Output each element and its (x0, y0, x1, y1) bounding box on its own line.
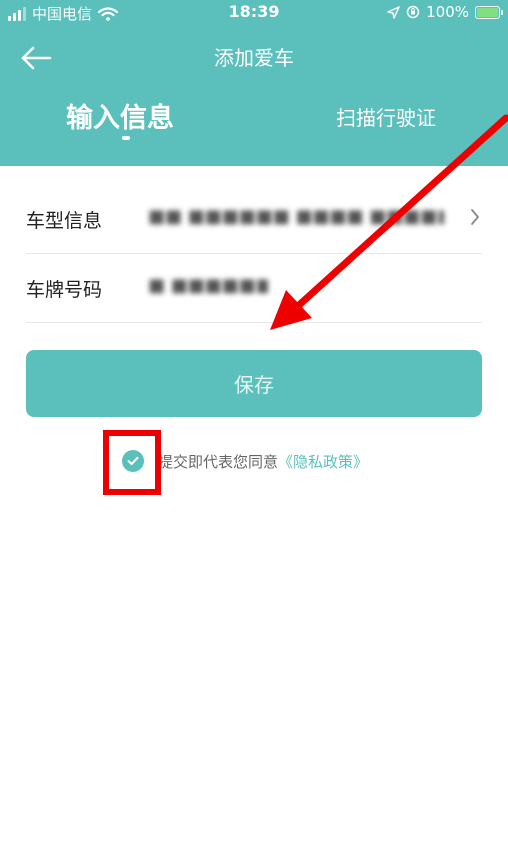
rotation-lock-icon (406, 5, 420, 19)
plate-number-value[interactable]: ■ ■■■■■■ (148, 275, 268, 296)
page-title: 添加爱车 (214, 46, 294, 70)
tab-input-info[interactable]: 输入信息 (66, 96, 174, 135)
location-icon (387, 5, 400, 19)
battery-icon (475, 5, 503, 19)
save-button[interactable]: 保存 (26, 350, 482, 417)
plate-number-label: 车牌号码 (26, 279, 103, 301)
plate-number-row[interactable]: 车牌号码 ■ ■■■■■■ (26, 253, 482, 323)
status-right: 100% (387, 3, 503, 21)
tab-active-indicator (122, 136, 130, 140)
agree-checkbox[interactable] (122, 450, 144, 472)
chevron-right-icon (471, 209, 479, 225)
agreement-text: 提交即代表您同意 (158, 452, 279, 471)
car-model-row[interactable]: 车型信息 ■■ ■■■■■■ ■■■■ ■■■■■… (26, 184, 482, 254)
checkmark-icon (127, 456, 139, 465)
status-bar: 中国电信 18:39 100% (0, 0, 508, 24)
agreement: 提交即代表您同意 《隐私政策》 (122, 450, 368, 472)
car-model-value: ■■ ■■■■■■ ■■■■ ■■■■■… (148, 206, 444, 227)
privacy-policy-link[interactable]: 《隐私政策》 (278, 451, 368, 472)
header: 中国电信 18:39 100% 添加爱车 输入信息 扫描行驶证 (0, 0, 508, 166)
battery-percent: 100% (426, 3, 469, 21)
tab-scan-license[interactable]: 扫描行驶证 (336, 102, 436, 131)
car-model-label: 车型信息 (26, 210, 103, 232)
